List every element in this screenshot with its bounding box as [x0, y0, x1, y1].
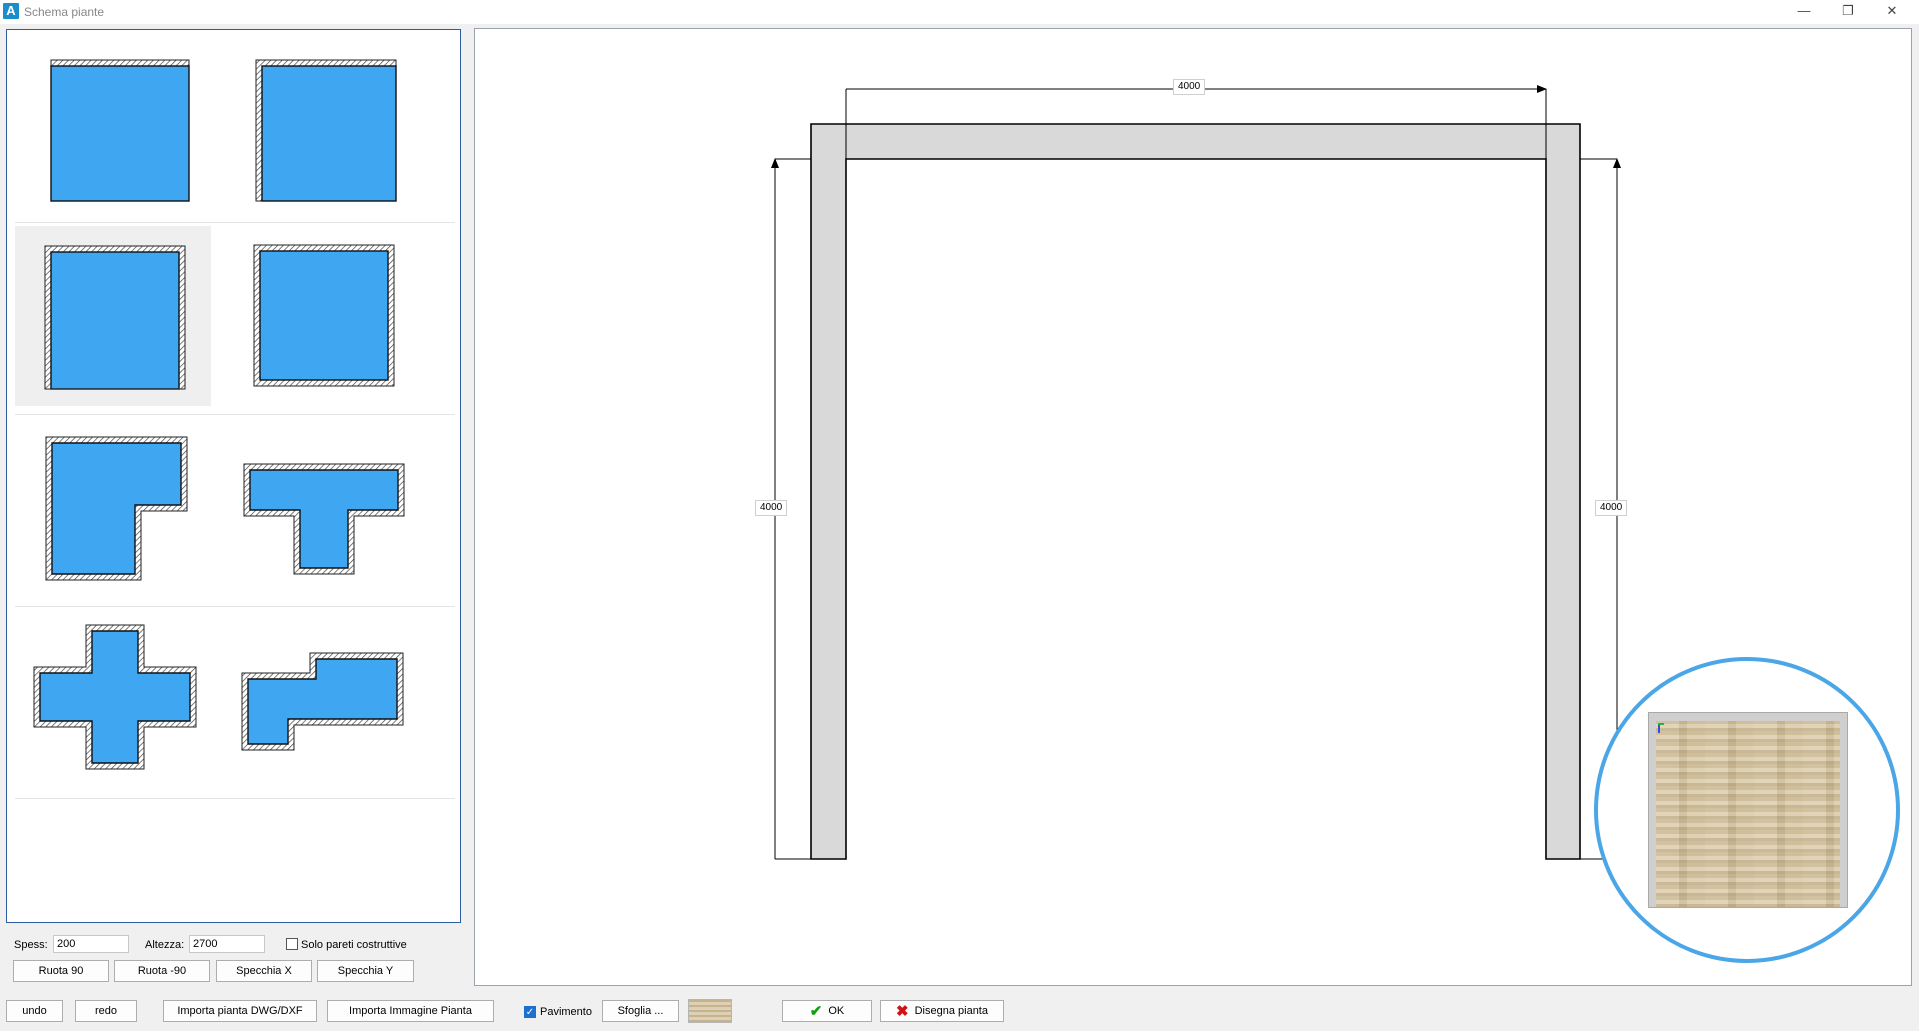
floor-preview-highlight — [1594, 657, 1900, 963]
only-structural-checkbox[interactable] — [286, 938, 298, 950]
floor-texture-swatch[interactable] — [688, 999, 732, 1023]
minimize-button[interactable]: — — [1784, 0, 1824, 22]
square-four-walls-icon — [253, 244, 395, 387]
mirror-x-button[interactable]: Specchia X — [216, 960, 312, 982]
maximize-button[interactable]: ❐ — [1828, 0, 1868, 22]
rotate-minus-90-button[interactable]: Ruota -90 — [114, 960, 210, 982]
dimension-left-label: 4000 — [755, 500, 788, 516]
height-label: Altezza: — [145, 939, 185, 951]
floor-checkbox[interactable]: ✓ — [524, 1006, 536, 1018]
floor-preview-frame — [1648, 712, 1848, 908]
thickness-input[interactable] — [53, 935, 129, 953]
app-icon: A — [3, 3, 19, 19]
floor-label: Pavimento — [540, 1006, 592, 1018]
thickness-label: Spess: — [14, 939, 48, 951]
shape-cross[interactable] — [15, 610, 211, 790]
checkmark-icon: ✔ — [809, 1003, 823, 1020]
only-structural-label: Solo pareti costruttive — [301, 939, 407, 951]
shape-square-corner-wall[interactable] — [223, 34, 419, 214]
import-dwg-button[interactable]: Importa pianta DWG/DXF — [163, 1000, 317, 1022]
axis-x-marker — [1658, 723, 1664, 725]
shape-square-top-wall[interactable] — [15, 34, 211, 214]
cross-shape-icon — [33, 624, 197, 770]
shape-square-three-walls[interactable] — [15, 226, 211, 406]
window-title: Schema piante — [24, 5, 105, 19]
floor-texture-preview — [1656, 721, 1840, 907]
square-corner-wall-icon — [255, 59, 397, 202]
undo-button[interactable]: undo — [6, 1000, 63, 1022]
shape-row — [15, 222, 455, 415]
browse-button[interactable]: Sfoglia ... — [602, 1000, 679, 1022]
height-input[interactable] — [189, 935, 265, 953]
draw-plan-button[interactable]: ✖ Disegna pianta — [880, 1000, 1004, 1022]
draw-plan-label: Disegna pianta — [914, 1005, 988, 1017]
square-three-walls-icon — [44, 245, 186, 390]
shape-palette — [6, 29, 461, 923]
shape-row — [15, 30, 455, 223]
close-button[interactable]: ✕ — [1872, 0, 1912, 22]
square-top-wall-icon — [50, 59, 190, 202]
z-shape-icon — [241, 652, 404, 751]
ok-button[interactable]: ✔ OK — [782, 1000, 872, 1022]
title-bar: A Schema piante — ❐ ✕ — [0, 0, 1919, 24]
shape-t[interactable] — [223, 418, 419, 598]
t-shape-icon — [243, 463, 405, 575]
redo-button[interactable]: redo — [75, 1000, 137, 1022]
import-image-button[interactable]: Importa Immagine Pianta — [327, 1000, 494, 1022]
ok-label: OK — [828, 1005, 845, 1017]
shape-row — [15, 414, 455, 607]
mirror-y-button[interactable]: Specchia Y — [317, 960, 414, 982]
shape-row — [15, 606, 455, 799]
dimension-right-label: 4000 — [1595, 500, 1628, 516]
shape-z[interactable] — [223, 610, 419, 790]
dimension-top-label: 4000 — [1173, 79, 1206, 95]
l-shape-icon — [45, 436, 188, 581]
shape-l[interactable] — [15, 418, 211, 598]
shape-square-four-walls[interactable] — [223, 226, 419, 406]
rotate-90-button[interactable]: Ruota 90 — [13, 960, 109, 982]
wall-shape — [810, 123, 1581, 860]
cross-icon: ✖ — [896, 1003, 909, 1020]
